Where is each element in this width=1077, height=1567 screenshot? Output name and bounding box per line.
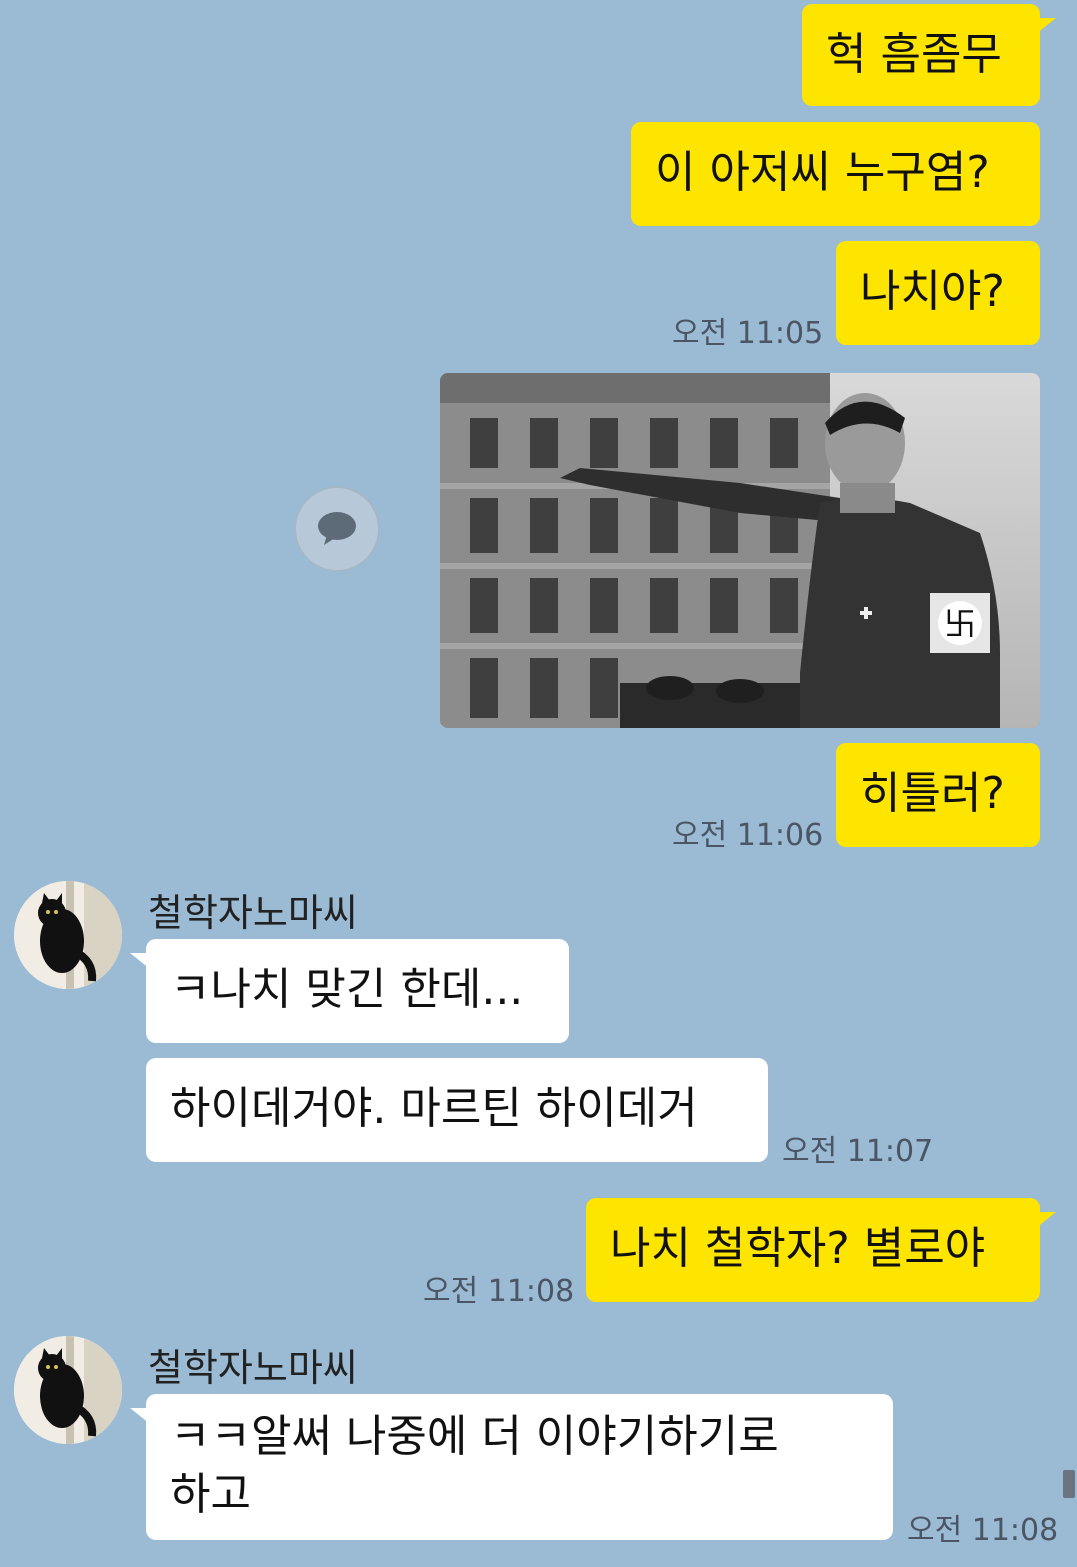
message-text: 이 아저씨 누구염? [655,147,990,198]
message-bubble-incoming[interactable]: 하이데거야. 마르틴 하이데거 [146,1058,768,1162]
photo-image: 卐 [440,373,1040,728]
message-text: 나치 철학자? 별로야 [610,1223,986,1274]
timestamp: 오전 11:05 [672,316,824,351]
timestamp: 오전 11:07 [782,1134,934,1169]
avatar[interactable] [14,881,122,989]
timestamp: 오전 11:06 [672,818,824,853]
message-bubble-outgoing[interactable]: 헉 흠좀무 [802,4,1056,106]
message-text: ㅋ나치 맞긴 한데... [170,964,524,1015]
message-bubble-incoming[interactable]: ㅋㅋ알써 나중에 더 이야기하기로 하고 [130,1394,893,1540]
black-cat-avatar [14,1336,122,1444]
message-text: 히틀러? [860,768,1005,819]
sender-name: 철학자노마씨 [148,1346,358,1390]
timestamp: 오전 11:08 [907,1513,1059,1548]
message-bubble-outgoing[interactable]: 나치 철학자? 별로야 [586,1198,1056,1302]
message-text: 나치야? [860,266,1005,317]
message-bubble-outgoing[interactable]: 이 아저씨 누구염? [631,122,1040,226]
message-bubble-outgoing[interactable]: 히틀러? [836,743,1040,847]
share-chat-icon [318,512,356,545]
message-text: ㅋㅋ알써 나중에 더 이야기하기로 [170,1411,779,1462]
message-bubble-incoming[interactable]: ㅋ나치 맞긴 한데... [130,939,569,1043]
message-text: 하이데거야. 마르틴 하이데거 [170,1083,698,1134]
svg-text:卐: 卐 [944,605,976,643]
shared-photo[interactable]: 卐 [440,373,1040,728]
avatar[interactable] [14,1336,122,1444]
message-bubble-outgoing[interactable]: 나치야? [836,241,1040,345]
message-text: 하고 [170,1469,251,1520]
share-button[interactable] [294,486,380,572]
scrollbar-thumb[interactable] [1063,1470,1075,1498]
timestamp: 오전 11:08 [423,1274,575,1309]
message-text: 헉 흠좀무 [826,29,1002,80]
black-cat-avatar [14,881,122,989]
sender-name: 철학자노마씨 [148,891,358,935]
